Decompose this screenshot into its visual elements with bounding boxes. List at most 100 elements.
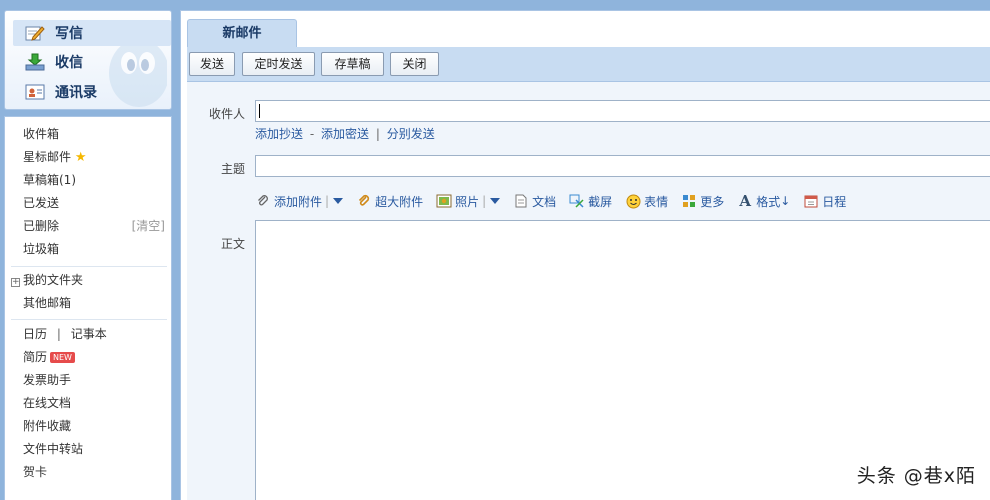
greeting-cards-link[interactable]: 贺卡 (23, 462, 169, 482)
other-mailboxes[interactable]: 其他邮箱 (23, 293, 169, 313)
folder-spam-label: 垃圾箱 (23, 242, 60, 256)
contacts-button[interactable]: 通讯录 (13, 79, 171, 105)
cards-label: 贺卡 (23, 465, 48, 479)
folder-sent-label: 已发送 (23, 196, 60, 210)
subject-input[interactable] (255, 155, 990, 177)
write-mail-button[interactable]: 写信 (13, 20, 171, 46)
emoji-label: 表情 (644, 194, 669, 209)
folder-starred[interactable]: 星标邮件 ★ (23, 147, 169, 167)
notes-link[interactable]: 记事本 (71, 327, 107, 341)
star-icon: ★ (74, 150, 87, 165)
new-badge: NEW (50, 352, 75, 363)
compose-main: 新邮件 发送 定时发送 存草稿 关闭 收件人 添加抄送 - 添加密送 | 分别发… (180, 10, 990, 500)
tools-row-calendar: 日历 | 记事本 (23, 324, 169, 344)
resume-link[interactable]: 简历 NEW (23, 347, 169, 367)
more-button[interactable]: 更多 (681, 193, 724, 210)
check-mail-label: 收信 (55, 55, 83, 71)
folder-inbox[interactable]: 收件箱 (23, 124, 169, 144)
inbox-download-icon (25, 53, 45, 71)
subject-label: 主题 (220, 162, 245, 176)
add-attachment-label: 添加附件 (274, 194, 323, 209)
format-arrow-icon: ↓ (780, 194, 791, 208)
folder-inbox-label: 收件箱 (23, 127, 60, 141)
compose-toolbar: 发送 定时发送 存草稿 关闭 (187, 47, 990, 82)
calendar-separator: | (56, 327, 61, 341)
large-attachment-label: 超大附件 (375, 194, 424, 209)
body-label: 正文 (220, 237, 245, 251)
emoji-button[interactable]: 表情 (625, 193, 668, 210)
add-cc-link[interactable]: 添加抄送 (255, 127, 303, 141)
to-input[interactable] (255, 100, 990, 122)
file-transfer-link[interactable]: 文件中转站 (23, 439, 169, 459)
paperclip-icon (255, 193, 271, 209)
add-bcc-link[interactable]: 添加密送 (321, 127, 369, 141)
schedule-button[interactable]: 日程 (803, 193, 846, 210)
attachment-toolbar: 添加附件 | 超大附件 照片 | 文档 截屏 表情 更多 A 格式 ↓ 日程 (255, 191, 859, 211)
other-mailboxes-label: 其他邮箱 (23, 296, 72, 310)
sidebar-divider (11, 266, 167, 267)
save-draft-button[interactable]: 存草稿 (321, 52, 384, 76)
more-label: 更多 (700, 194, 725, 209)
send-button[interactable]: 发送 (189, 52, 235, 76)
calendar-link[interactable]: 日历 (23, 327, 47, 341)
schedule-label: 日程 (822, 194, 847, 209)
scissors-icon (569, 193, 585, 209)
photo-button[interactable]: 照片 | (436, 193, 501, 210)
close-button[interactable]: 关闭 (390, 52, 439, 76)
expand-plus-icon[interactable]: + (11, 278, 20, 287)
photo-icon (436, 193, 452, 209)
write-mail-label: 写信 (55, 26, 83, 42)
folder-drafts-label: 草稿箱(1) (23, 173, 76, 187)
watermark: 头条 @巷x陌 (856, 465, 976, 487)
folder-spam[interactable]: 垃圾箱 (23, 239, 169, 259)
online-docs-link[interactable]: 在线文档 (23, 393, 169, 413)
screenshot-button[interactable]: 截屏 (569, 193, 612, 210)
add-attachment-button[interactable]: 添加附件 | (255, 193, 344, 210)
scheduled-send-button[interactable]: 定时发送 (242, 52, 315, 76)
document-label: 文档 (532, 194, 557, 209)
dash-separator: - (309, 127, 315, 141)
document-button[interactable]: 文档 (513, 193, 556, 210)
folder-starred-label: 星标邮件 (23, 150, 72, 164)
mail-body-editor[interactable] (255, 220, 990, 500)
empty-trash-link[interactable]: [清空] (132, 216, 165, 236)
photo-label: 照片 (455, 194, 480, 209)
file-transfer-label: 文件中转站 (23, 442, 84, 456)
separate-send-link[interactable]: 分别发送 (387, 127, 435, 141)
invoice-label: 发票助手 (23, 373, 72, 387)
folder-deleted-label: 已删除 (23, 219, 60, 233)
folder-drafts[interactable]: 草稿箱(1) (23, 170, 169, 190)
recipient-options: 添加抄送 - 添加密送 | 分别发送 (255, 125, 435, 142)
to-label: 收件人 (208, 107, 245, 121)
online-docs-label: 在线文档 (23, 396, 72, 410)
calendar-icon (803, 193, 819, 209)
text-caret (259, 104, 260, 118)
pencil-paper-icon (25, 24, 45, 42)
tab-new-mail[interactable]: 新邮件 (187, 19, 297, 47)
pipe-separator: | (375, 127, 380, 141)
check-mail-button[interactable]: 收信 (13, 49, 171, 75)
smiley-icon (625, 193, 641, 209)
dropdown-arrow-icon[interactable] (490, 198, 501, 204)
my-folders-label: 我的文件夹 (23, 273, 84, 287)
dropdown-divider: | (325, 194, 330, 208)
my-folders[interactable]: + 我的文件夹 (11, 270, 157, 290)
grid-apps-icon (681, 193, 697, 209)
tab-bar: 新邮件 (181, 11, 990, 47)
large-paperclip-icon (356, 193, 372, 209)
screenshot-label: 截屏 (588, 194, 613, 209)
document-icon (513, 193, 529, 209)
attachment-favorites-link[interactable]: 附件收藏 (23, 416, 169, 436)
invoice-assistant-link[interactable]: 发票助手 (23, 370, 169, 390)
folder-panel: 收件箱 星标邮件 ★ 草稿箱(1) 已发送 已删除 [清空] 垃圾箱 + 我的文件… (4, 116, 172, 500)
folder-deleted[interactable]: 已删除 [清空] (23, 216, 169, 236)
resume-label: 简历 (23, 350, 48, 364)
format-label: 格式 (756, 194, 781, 209)
dropdown-divider: | (482, 194, 487, 208)
folder-sent[interactable]: 已发送 (23, 193, 169, 213)
format-button[interactable]: A 格式 ↓ (737, 192, 791, 210)
compose-form: 收件人 添加抄送 - 添加密送 | 分别发送 主题 添加附件 | 超大附件 照片… (187, 82, 990, 500)
dropdown-arrow-icon[interactable] (333, 198, 344, 204)
large-attachment-button[interactable]: 超大附件 (356, 193, 423, 210)
contacts-label: 通讯录 (55, 85, 97, 101)
